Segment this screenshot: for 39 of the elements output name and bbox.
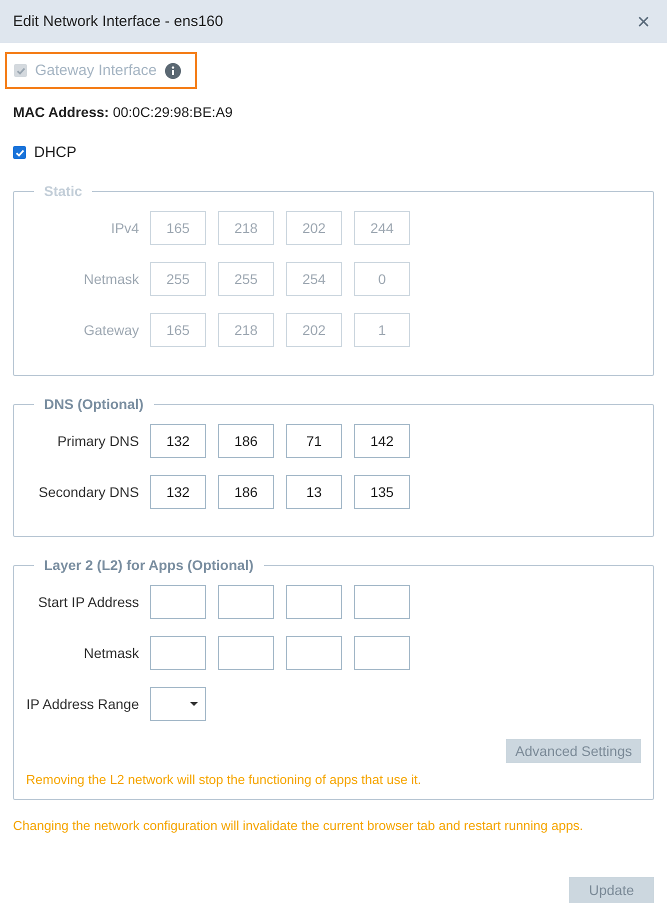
octet-field[interactable]	[150, 585, 206, 619]
field-label: IPv4	[110, 220, 140, 236]
field-label: Primary DNS	[56, 433, 140, 449]
octet-field[interactable]: 132	[150, 475, 206, 509]
octet-field[interactable]: 71	[286, 424, 342, 458]
octet-field[interactable]: 132	[150, 424, 206, 458]
checkmark-icon	[14, 148, 24, 158]
octet-field[interactable]	[218, 585, 274, 619]
octet-field[interactable]	[286, 585, 342, 619]
close-button[interactable]: ×	[633, 10, 654, 32]
octet-field[interactable]	[218, 636, 274, 670]
octet-field[interactable]: 186	[218, 475, 274, 509]
dialog-title: Edit Network Interface - ens160	[13, 13, 224, 30]
checkbox[interactable]	[13, 146, 26, 159]
field-label: Netmask	[82, 271, 140, 287]
dropdown-field[interactable]	[150, 687, 206, 721]
octet-field[interactable]	[354, 585, 410, 619]
mac-address: MAC Address: 00:0C:29:98:BE:A9	[13, 104, 234, 120]
field-label: Secondary DNS	[38, 484, 140, 500]
caret-icon	[190, 702, 198, 706]
warning-text: Changing the network configuration will invalidate the current browser tab and restart running apps.	[13, 818, 584, 833]
octet-field[interactable]	[354, 636, 410, 670]
warning-text: Removing the L2 network will stop the functioning of apps that use it.	[25, 772, 422, 787]
octet-field[interactable]: 135	[354, 475, 410, 509]
checkbox-label: DHCP	[34, 144, 77, 161]
field-label: Gateway	[82, 322, 140, 338]
section-legend: Layer 2 (L2) for Apps (Optional)	[34, 557, 264, 573]
section-legend: DNS (Optional)	[34, 396, 154, 412]
field-label: IP Address Range	[25, 696, 140, 712]
octet-field[interactable]: 186	[218, 424, 274, 458]
section-legend: Static	[34, 183, 92, 199]
octet-field[interactable]: 13	[286, 475, 342, 509]
field-label: Start IP Address	[37, 594, 140, 610]
octet-field[interactable]	[150, 636, 206, 670]
octet-field[interactable]	[286, 636, 342, 670]
octet-field[interactable]: 142	[354, 424, 410, 458]
field-label: Netmask	[82, 645, 140, 661]
checkbox-label: Gateway Interface	[35, 62, 157, 79]
checkmark-icon	[16, 66, 26, 76]
